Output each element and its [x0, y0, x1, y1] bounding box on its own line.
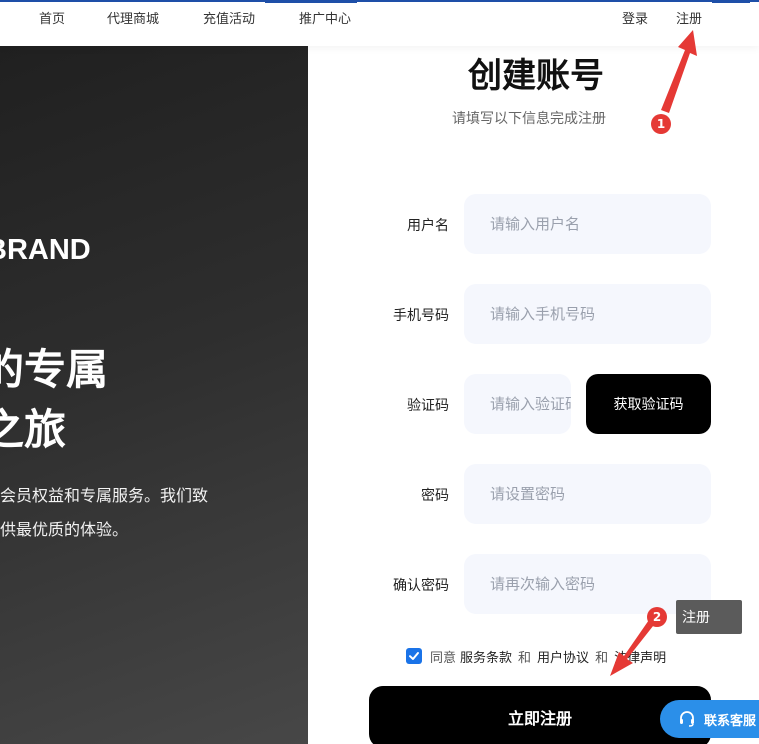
confirm-password-label: 确认密码 [393, 578, 449, 594]
confirm-password-input[interactable] [464, 554, 711, 614]
checkmark-icon [409, 652, 419, 660]
terms-of-service-link[interactable]: 服务条款 [460, 647, 512, 666]
contact-support-button[interactable]: 联系客服 [660, 700, 759, 738]
verification-code-input[interactable] [464, 374, 571, 434]
hero-panel: BRAND 的专属 之旅 的会员权益和专属服务。我们致 提供最优质的体验。 [0, 46, 308, 744]
password-input[interactable] [464, 464, 711, 524]
headset-icon [680, 711, 694, 727]
register-link[interactable]: 注册 [676, 8, 702, 27]
nav-item-home[interactable]: 首页 [39, 8, 65, 27]
register-tooltip: 注册 [676, 600, 742, 634]
annotation-badge-2: 2 [647, 607, 667, 627]
phone-label: 手机号码 [393, 308, 449, 324]
user-agreement-link[interactable]: 用户协议 [537, 647, 589, 666]
nav-item-promotion[interactable]: 推广中心 [299, 8, 351, 27]
top-nav-bar: 首页 代理商城 充值活动 推广中心 登录 注册 [0, 0, 759, 46]
agree-checkbox[interactable] [406, 648, 422, 664]
hero-brand: BRAND [0, 234, 91, 266]
verification-code-label: 验证码 [407, 398, 449, 414]
get-code-button[interactable]: 获取验证码 [586, 374, 711, 434]
login-link[interactable]: 登录 [622, 8, 648, 27]
nav-edge-indicator [712, 0, 750, 3]
contact-support-label: 联系客服 [704, 713, 757, 729]
page-subtitle: 请填写以下信息完成注册 [452, 111, 606, 127]
agree-prefix: 同意 [430, 650, 457, 666]
agree-and-1: 和 [518, 650, 532, 666]
nav-item-recharge[interactable]: 充值活动 [203, 8, 255, 27]
agreement-row: 同意 服务条款 和 用户协议 和 法律声明 [406, 646, 670, 666]
nav-active-indicator [265, 0, 357, 3]
username-label: 用户名 [407, 218, 449, 234]
hero-description-line1: 的会员权益和专属服务。我们致 [0, 486, 209, 505]
hero-title-line1: 的专属 [0, 345, 109, 394]
agree-and-2: 和 [595, 650, 609, 666]
password-label: 密码 [421, 488, 449, 504]
phone-input[interactable] [464, 284, 711, 344]
legal-notice-link[interactable]: 法律声明 [614, 647, 666, 666]
hero-title-line2: 之旅 [0, 405, 67, 454]
hero-description-line2: 提供最优质的体验。 [0, 520, 129, 539]
page-title: 创建账号 [468, 56, 604, 96]
username-input[interactable] [464, 194, 711, 254]
nav-item-agent-mall[interactable]: 代理商城 [107, 8, 159, 27]
annotation-badge-1: 1 [651, 114, 671, 134]
